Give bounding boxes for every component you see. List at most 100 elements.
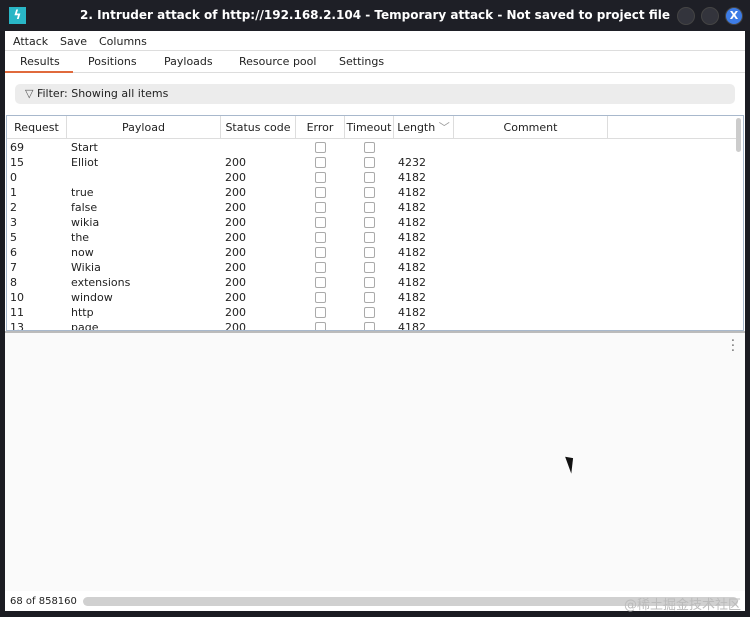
column-comment[interactable]: Comment: [454, 116, 608, 139]
table-row[interactable]: 69 Start: [7, 140, 737, 155]
timeout-checkbox: [364, 157, 375, 168]
filter-label: Filter: Showing all items: [36, 87, 169, 100]
request-cell: 13: [10, 321, 24, 331]
error-checkbox: [315, 157, 326, 168]
table-row[interactable]: 15 Elliot 200 4232: [7, 155, 737, 170]
column-timeout[interactable]: Timeout: [345, 116, 394, 139]
request-cell: 8: [10, 276, 17, 289]
column-error[interactable]: Error: [296, 116, 345, 139]
payload-cell: wikia: [71, 216, 100, 229]
request-cell: 15: [10, 156, 24, 169]
payload-cell: Start: [71, 141, 98, 154]
error-checkbox: [315, 217, 326, 228]
timeout-checkbox: [364, 277, 375, 288]
payload-cell: Elliot: [71, 156, 99, 169]
request-cell: 6: [10, 246, 17, 259]
request-cell: 69: [10, 141, 24, 154]
status-footer: 68 of 858160 @稀土掘金技术社区: [5, 591, 745, 613]
tab-settings[interactable]: Settings: [339, 55, 384, 73]
column-length-label: Length: [397, 121, 436, 134]
timeout-checkbox: [364, 232, 375, 243]
request-cell: 1: [10, 186, 17, 199]
intruder-window: Attack Save Columns Results Positions Pa…: [5, 31, 745, 613]
payload-cell: http: [71, 306, 94, 319]
timeout-checkbox: [364, 247, 375, 258]
filter-icon: ▽: [25, 87, 34, 100]
length-cell: 4182: [398, 216, 426, 229]
error-checkbox: [315, 172, 326, 183]
length-cell: 4182: [398, 201, 426, 214]
error-checkbox: [315, 202, 326, 213]
status-cell: 200: [225, 276, 246, 289]
column-length[interactable]: Length ﹀: [394, 116, 454, 139]
window-title: 2. Intruder attack of http://192.168.2.1…: [80, 8, 670, 22]
menu-save[interactable]: Save: [60, 35, 87, 48]
table-row[interactable]: 5 the 200 4182: [7, 230, 737, 245]
status-cell: 200: [225, 216, 246, 229]
status-cell: 200: [225, 231, 246, 244]
timeout-checkbox: [364, 202, 375, 213]
table-row[interactable]: 7 Wikia 200 4182: [7, 260, 737, 275]
payload-cell: false: [71, 201, 98, 214]
length-cell: 4182: [398, 306, 426, 319]
tab-positions[interactable]: Positions: [88, 55, 137, 73]
length-cell: 4182: [398, 246, 426, 259]
request-cell: 10: [10, 291, 24, 304]
payload-cell: true: [71, 186, 94, 199]
table-header: Request Payload Status code Error Timeou…: [7, 116, 737, 139]
table-row[interactable]: 1 true 200 4182: [7, 185, 737, 200]
table-row[interactable]: 11 http 200 4182: [7, 305, 737, 320]
payload-cell: the: [71, 231, 90, 244]
minimize-button[interactable]: [677, 7, 695, 25]
more-options-icon[interactable]: · · ·: [731, 335, 735, 358]
results-table: Request Payload Status code Error Timeou…: [6, 115, 744, 331]
timeout-checkbox: [364, 307, 375, 318]
error-checkbox: [315, 277, 326, 288]
payload-cell: Wikia: [71, 261, 101, 274]
sort-descending-icon: ﹀: [438, 121, 450, 134]
table-row[interactable]: 8 extensions 200 4182: [7, 275, 737, 290]
error-checkbox: [315, 307, 326, 318]
length-cell: 4232: [398, 156, 426, 169]
menu-bar: Attack Save Columns: [5, 31, 745, 51]
table-scrollbar[interactable]: [736, 118, 741, 152]
table-row[interactable]: 6 now 200 4182: [7, 245, 737, 260]
request-cell: 2: [10, 201, 17, 214]
status-cell: 200: [225, 261, 246, 274]
status-cell: 200: [225, 171, 246, 184]
timeout-checkbox: [364, 292, 375, 303]
table-row[interactable]: 2 false 200 4182: [7, 200, 737, 215]
request-cell: 3: [10, 216, 17, 229]
error-checkbox: [315, 262, 326, 273]
menu-attack[interactable]: Attack: [13, 35, 48, 48]
request-cell: 11: [10, 306, 24, 319]
length-cell: 4182: [398, 291, 426, 304]
error-checkbox: [315, 247, 326, 258]
status-cell: 200: [225, 156, 246, 169]
column-status-code[interactable]: Status code: [221, 116, 296, 139]
tab-resource-pool[interactable]: Resource pool: [239, 55, 316, 73]
table-row[interactable]: 13 page 200 4182: [7, 320, 737, 331]
tab-payloads[interactable]: Payloads: [164, 55, 213, 73]
table-row[interactable]: 3 wikia 200 4182: [7, 215, 737, 230]
table-row[interactable]: 0 200 4182: [7, 170, 737, 185]
payload-cell: now: [71, 246, 94, 259]
request-cell: 0: [10, 171, 17, 184]
column-payload[interactable]: Payload: [67, 116, 221, 139]
error-checkbox: [315, 187, 326, 198]
table-row[interactable]: 10 window 200 4182: [7, 290, 737, 305]
filter-bar[interactable]: ▽ Filter: Showing all items: [15, 84, 735, 104]
progress-count: 68 of 858160: [10, 596, 77, 607]
error-checkbox: [315, 292, 326, 303]
status-cell: 200: [225, 291, 246, 304]
status-cell: 200: [225, 321, 246, 331]
tab-results[interactable]: Results: [5, 55, 73, 73]
column-request[interactable]: Request: [7, 116, 67, 139]
timeout-checkbox: [364, 142, 375, 153]
maximize-button[interactable]: [701, 7, 719, 25]
status-cell: 200: [225, 186, 246, 199]
menu-columns[interactable]: Columns: [99, 35, 147, 48]
timeout-checkbox: [364, 172, 375, 183]
close-button[interactable]: X: [725, 7, 743, 25]
status-cell: 200: [225, 306, 246, 319]
